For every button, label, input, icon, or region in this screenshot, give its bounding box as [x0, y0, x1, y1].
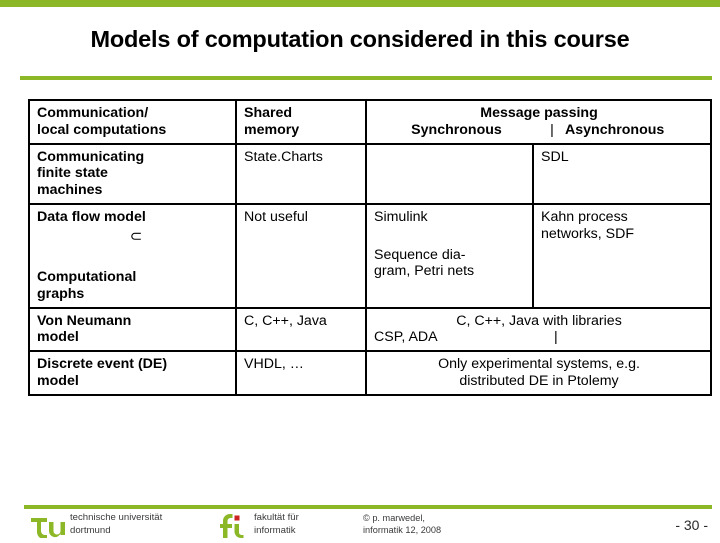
tu-line1: technische universität [70, 512, 163, 523]
row-cfsm-line2: finite state [37, 165, 108, 182]
row-cfsm-shared-memory: State.Charts [235, 142, 367, 205]
header-communication-line2: local computations [37, 121, 167, 138]
copyright-line2: informatik 12, 2008 [363, 525, 442, 536]
row-dataflow-asynchronous: Kahn process networks, SDF [531, 202, 713, 309]
fakultaet-informatik-logo-icon [219, 512, 252, 538]
header-communication-line1: Communication/ [37, 105, 149, 121]
row-dataflow-line2: Computational [37, 269, 137, 285]
row-dataflow-sync-line2: Sequence dia- [374, 246, 466, 263]
row-dataflow-async-line1: Kahn process [541, 208, 628, 225]
slide-footer: technische universität dortmund fakultät… [0, 509, 720, 540]
row-dataflow-line1: Data flow model [37, 208, 146, 225]
row-vonneumann-message-passing: C, C++, Java with libraries CSP, ADA | [364, 306, 713, 352]
fi-line1: fakultät für [254, 512, 299, 523]
row-cfsm-synchronous [365, 142, 534, 205]
header-mode-separator: | [550, 121, 554, 138]
header-message-passing-modes: Synchronous | Asynchronous [374, 122, 704, 139]
row-dataflow-sync-line3: gram, Petri nets [374, 263, 475, 280]
row-dataflow-synchronous: Simulink Sequence dia- gram, Petri nets [365, 202, 534, 309]
row-vonneumann-shared-memory: C, C++, Java [235, 306, 367, 352]
table-row: Discrete event (DE) model VHDL, … Only e… [28, 350, 713, 396]
row-dataflow-spacer [37, 248, 229, 269]
fi-line2: informatik [254, 524, 296, 536]
table-header-row: Communication/ local computations Shared… [28, 99, 713, 145]
copyright-line1: © p. marwedel, [363, 513, 425, 523]
row-dataflow-line3: graphs [37, 285, 85, 302]
header-shared-line1: Shared [244, 105, 293, 121]
row-dataflow-async-line2: networks, SDF [541, 225, 635, 242]
tu-dortmund-label: technische universität dortmund [70, 512, 162, 538]
page-title: Models of computation considered in this… [90, 26, 630, 52]
row-dataflow-model: Data flow model ⊂ Computational graphs [28, 202, 237, 309]
header-cell-communication: Communication/ local computations [28, 99, 237, 145]
header-message-passing-title: Message passing [480, 105, 598, 121]
row-de-shared-memory: VHDL, … [235, 350, 367, 396]
fakultaet-informatik-label: fakultät für informatik [254, 512, 299, 538]
models-of-computation-table: Communication/ local computations Shared… [28, 99, 713, 396]
table-row: Communicating finite state machines Stat… [28, 142, 713, 205]
tu-dortmund-logo-icon [28, 512, 68, 539]
copyright-notice: © p. marwedel, informatik 12, 2008 [363, 512, 441, 537]
tu-line2: dortmund [70, 524, 111, 536]
row-dataflow-sync-spacer [374, 226, 526, 247]
title-divider [20, 76, 712, 80]
row-de-msg-line2: distributed DE in Ptolemy [459, 372, 619, 389]
row-de-line1: Discrete event (DE) [37, 356, 168, 372]
row-cfsm-line3: machines [37, 182, 103, 198]
top-accent-bar [0, 0, 720, 7]
row-cfsm-model: Communicating finite state machines [28, 142, 237, 205]
row-vonneumann-msg-line2: CSP, ADA | [374, 329, 704, 346]
row-discrete-event-model: Discrete event (DE) model [28, 350, 237, 396]
row-vonneumann-pipe: | [553, 329, 558, 346]
subset-symbol: ⊂ [129, 227, 143, 245]
row-vonneumann-msg-line1: C, C++, Java with libraries [456, 312, 622, 329]
page-number: - 30 - [675, 517, 708, 533]
header-asynchronous: Asynchronous [565, 121, 665, 138]
row-de-message-passing: Only experimental systems, e.g. distribu… [364, 350, 713, 396]
row-de-line2: model [37, 372, 79, 389]
header-cell-message-passing: Message passing Synchronous | Asynchronous [364, 99, 713, 145]
row-dataflow-sync-line1: Simulink [374, 208, 428, 225]
row-cfsm-line1: Communicating [37, 148, 145, 165]
header-shared-line2: memory [244, 121, 300, 138]
row-dataflow-shared-memory: Not useful [235, 202, 367, 309]
table-row: Data flow model ⊂ Computational graphs N… [28, 202, 713, 309]
row-vonneumann-line1: Von Neumann [37, 312, 132, 329]
row-vonneumann-line2: model [37, 329, 79, 346]
row-cfsm-asynchronous: SDL [531, 142, 713, 205]
row-de-msg-line1: Only experimental systems, e.g. [438, 356, 640, 372]
row-vonneumann-model: Von Neumann model [28, 306, 237, 352]
header-synchronous: Synchronous [411, 121, 502, 138]
header-cell-shared-memory: Shared memory [235, 99, 367, 145]
table-row: Von Neumann model C, C++, Java C, C++, J… [28, 306, 713, 352]
row-vonneumann-csp: CSP, ADA [374, 329, 438, 346]
